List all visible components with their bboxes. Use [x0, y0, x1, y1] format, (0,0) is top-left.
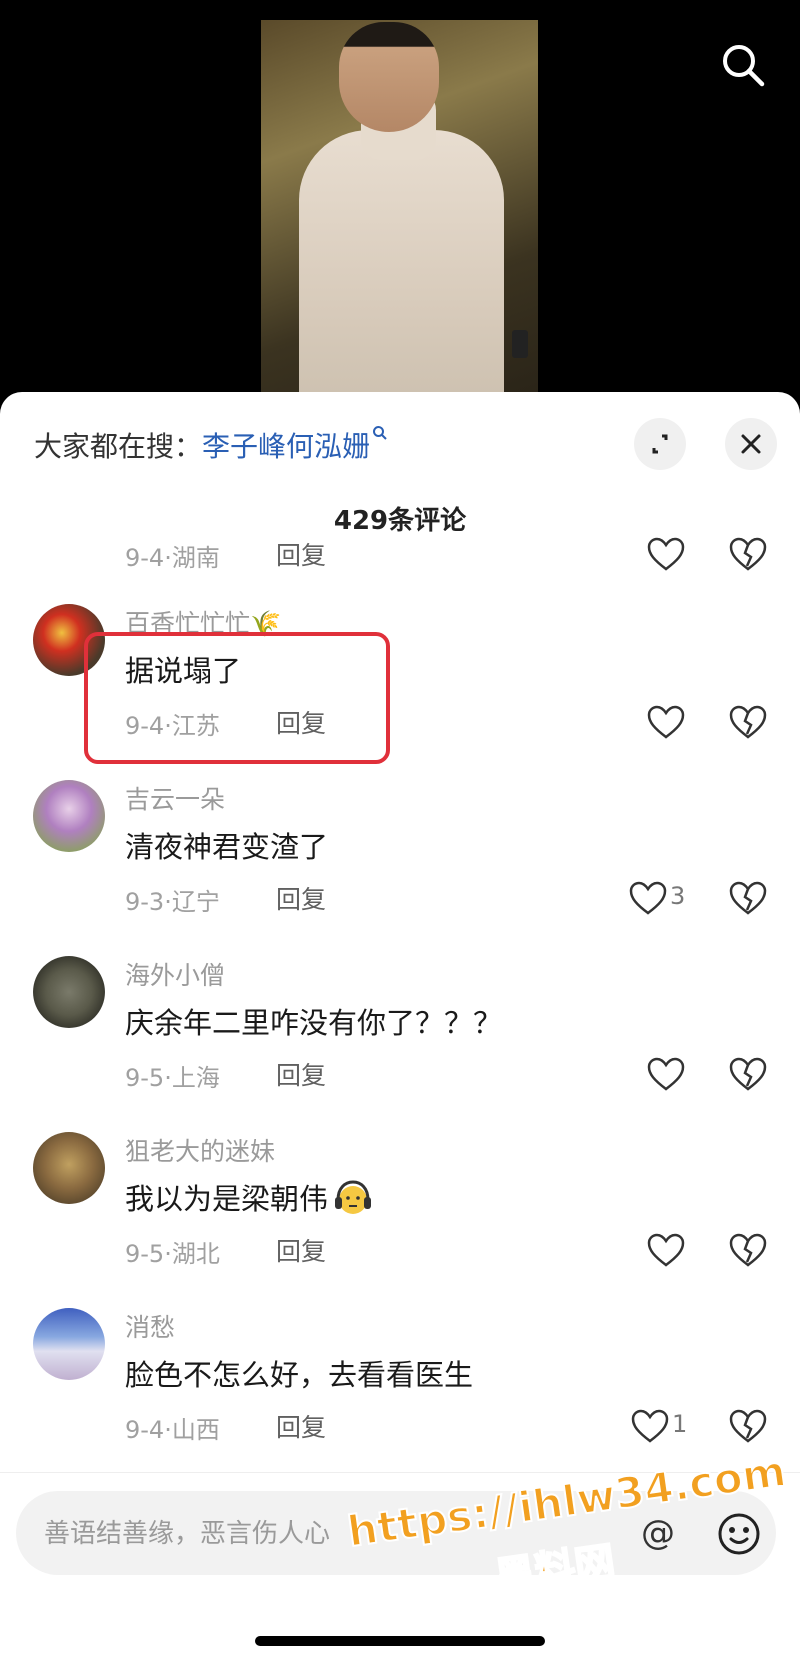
emoji-icon[interactable] [716, 1511, 762, 1557]
reply-button[interactable]: 回复 [276, 880, 326, 916]
heart-icon[interactable] [646, 536, 686, 572]
comment-author[interactable]: 海外小僧 [125, 956, 225, 992]
list-item: 海外小僧 庆余年二里咋没有你了？？？ 9-5·上海 回复 [0, 956, 800, 1106]
broken-heart-icon[interactable] [728, 880, 768, 916]
expand-button[interactable] [634, 418, 686, 470]
comments-sheet: 大家都在搜：李子峰何泓姗 429条评论 9-4·湖南 回复 百香忙忙忙🌾 据说塌… [0, 392, 800, 1656]
headphones-emoji-icon [335, 1180, 372, 1214]
broken-heart-icon[interactable] [728, 1232, 768, 1268]
avatar[interactable] [33, 1308, 105, 1380]
person-head [339, 22, 439, 132]
like-count: 1 [672, 1410, 688, 1438]
trending-search[interactable]: 大家都在搜：李子峰何泓姗 [34, 425, 388, 465]
trending-prefix: 大家都在搜： [34, 430, 203, 463]
trending-keyword[interactable]: 李子峰何泓姗 [202, 430, 370, 463]
expand-icon [652, 434, 668, 454]
comment-input-bar: @ [0, 1472, 800, 1657]
close-icon [741, 434, 761, 454]
comment-text: 我以为是梁朝伟 [125, 1176, 374, 1218]
comment-meta: 9-3·辽宁 [125, 888, 220, 916]
comment-input-container[interactable]: @ [16, 1491, 776, 1575]
reply-button[interactable]: 回复 [276, 1232, 326, 1268]
broken-heart-icon[interactable] [728, 704, 768, 740]
avatar[interactable] [33, 1132, 105, 1204]
video-player[interactable] [0, 0, 800, 400]
person-figure [299, 130, 504, 395]
list-item: 吉云一朵 清夜神君变渣了 9-3·辽宁 回复 3 [0, 780, 800, 930]
comment-author[interactable]: 消愁 [125, 1308, 175, 1344]
home-indicator [255, 1636, 545, 1646]
comment-text: 清夜神君变渣了 [125, 830, 329, 864]
comment-meta: 9-4·山西 [125, 1416, 220, 1444]
comment-meta: 9-5·上海 [125, 1064, 220, 1092]
like-count: 3 [670, 882, 686, 910]
comment-meta: 9-4·湖南 [125, 544, 220, 572]
close-button[interactable] [725, 418, 777, 470]
comment-text-content: 我以为是梁朝伟 [125, 1182, 329, 1216]
broken-heart-icon[interactable] [728, 1408, 768, 1444]
search-icon[interactable] [718, 40, 768, 90]
small-search-icon [373, 426, 387, 440]
comment-text: 庆余年二里咋没有你了？？？ [125, 1006, 503, 1040]
avatar[interactable] [33, 956, 105, 1028]
door-handle [512, 330, 528, 358]
heart-icon[interactable] [646, 704, 686, 740]
heart-icon[interactable] [630, 1408, 670, 1444]
list-item: 消愁 脸色不怎么好，去看看医生 9-4·山西 回复 1 [0, 1308, 800, 1458]
list-item: 9-4·湖南 回复 [0, 526, 800, 586]
avatar[interactable] [33, 780, 105, 852]
reply-button[interactable]: 回复 [276, 536, 326, 572]
reply-button[interactable]: 回复 [276, 1408, 326, 1444]
list-item: 狙老大的迷妹 我以为是梁朝伟 9-5·湖北 回复 [0, 1132, 800, 1282]
broken-heart-icon[interactable] [728, 536, 768, 572]
comment-meta: 9-5·湖北 [125, 1240, 220, 1268]
video-thumbnail[interactable] [261, 20, 538, 395]
comment-input[interactable] [42, 1509, 546, 1559]
highlight-box [84, 632, 390, 764]
heart-icon[interactable] [646, 1232, 686, 1268]
comment-text: 脸色不怎么好，去看看医生 [125, 1358, 474, 1392]
at-icon[interactable]: @ [638, 1513, 678, 1553]
heart-icon[interactable] [628, 880, 668, 916]
broken-heart-icon[interactable] [728, 1056, 768, 1092]
heart-icon[interactable] [646, 1056, 686, 1092]
comment-author[interactable]: 吉云一朵 [125, 780, 225, 816]
comment-author[interactable]: 狙老大的迷妹 [125, 1132, 275, 1168]
reply-button[interactable]: 回复 [276, 1056, 326, 1092]
